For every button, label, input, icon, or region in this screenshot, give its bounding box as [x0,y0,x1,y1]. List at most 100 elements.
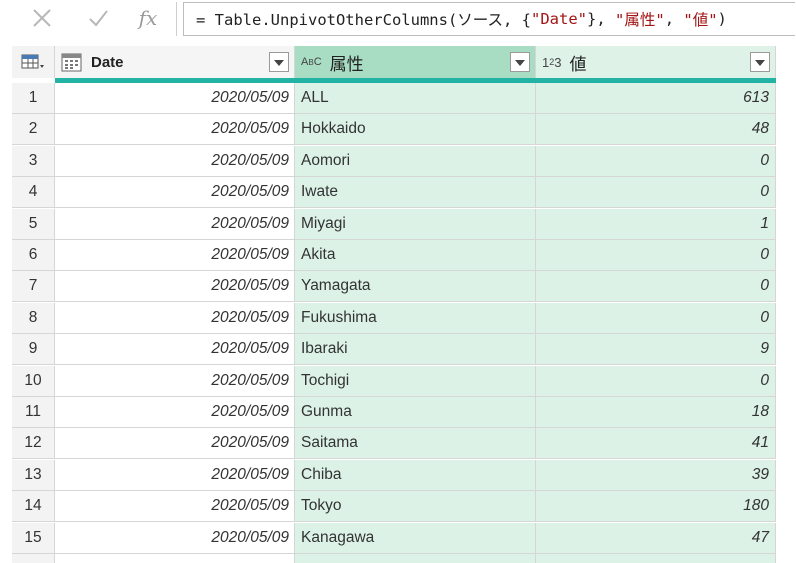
cell-date[interactable]: 2020/05/09 [55,83,295,114]
cell-date[interactable]: 2020/05/09 [55,208,295,240]
cell-attr[interactable] [295,554,536,563]
row-number[interactable]: 2 [12,114,55,146]
cell-value[interactable]: 613 [536,83,776,114]
cell-date[interactable]: 2020/05/09 [55,428,295,460]
row-number[interactable]: 9 [12,334,55,366]
cell-date[interactable]: 2020/05/09 [55,334,295,366]
row-number[interactable]: 13 [12,459,55,491]
row-number[interactable] [12,554,55,563]
cell-value[interactable]: 0 [536,365,776,397]
cell-value[interactable]: 180 [536,491,776,523]
table-row[interactable]: 12 2020/05/09 Saitama 41 [12,428,796,460]
table-row[interactable]: 10 2020/05/09 Tochigi 0 [12,365,796,397]
cell-attr[interactable]: ALL [295,83,536,114]
cell-value[interactable]: 9 [536,334,776,366]
cell-date[interactable]: 2020/05/09 [55,114,295,146]
row-filler [776,491,796,523]
cell-date[interactable]: 2020/05/09 [55,522,295,554]
table-row[interactable]: 14 2020/05/09 Tokyo 180 [12,491,796,523]
table-row[interactable]: 1 2020/05/09 ALL 613 [12,83,796,114]
cell-attr[interactable]: Tokyo [295,491,536,523]
cell-attr[interactable]: Fukushima [295,302,536,334]
formula-input[interactable]: = Table.UnpivotOtherColumns(ソース, {"Date"… [183,2,795,36]
row-number[interactable]: 7 [12,271,55,303]
cell-attr[interactable]: Gunma [295,397,536,428]
row-filler [776,459,796,491]
cell-attr[interactable]: Chiba [295,459,536,491]
row-number[interactable]: 5 [12,208,55,240]
cell-date[interactable]: 2020/05/09 [55,397,295,428]
table-row[interactable]: 13 2020/05/09 Chiba 39 [12,459,796,491]
cell-attr[interactable]: Yamagata [295,271,536,303]
cell-attr[interactable]: Aomori [295,145,536,177]
formula-mid2: , [664,10,684,28]
cell-attr[interactable]: Akita [295,240,536,271]
cell-date[interactable]: 2020/05/09 [55,177,295,209]
cell-value[interactable]: 0 [536,240,776,271]
row-filler [776,145,796,177]
table-row[interactable]: 8 2020/05/09 Fukushima 0 [12,302,796,334]
cell-value[interactable]: 1 [536,208,776,240]
row-number[interactable]: 3 [12,145,55,177]
row-filler [776,365,796,397]
cell-attr[interactable]: Ibaraki [295,334,536,366]
row-filler [776,208,796,240]
filter-dropdown-value[interactable] [750,52,770,72]
row-number[interactable]: 6 [12,240,55,271]
row-filler [776,271,796,303]
table-row[interactable]: 4 2020/05/09 Iwate 0 [12,177,796,209]
cell-date[interactable]: 2020/05/09 [55,240,295,271]
row-number[interactable]: 10 [12,365,55,397]
cell-value[interactable]: 18 [536,397,776,428]
cell-value[interactable]: 0 [536,177,776,209]
row-number[interactable]: 4 [12,177,55,209]
confirm-button[interactable] [80,4,116,32]
cell-attr[interactable]: Miyagi [295,208,536,240]
table-row[interactable] [12,554,796,563]
filter-dropdown-attr[interactable] [510,52,530,72]
formula-prefix: = Table.UnpivotOtherColumns(ソース, { [196,11,532,29]
row-number[interactable]: 12 [12,428,55,460]
table-row[interactable]: 7 2020/05/09 Yamagata 0 [12,271,796,303]
cancel-button[interactable] [24,4,60,32]
table-row[interactable]: 11 2020/05/09 Gunma 18 [12,397,796,428]
cell-attr[interactable]: Saitama [295,428,536,460]
row-number[interactable]: 1 [12,83,55,114]
cell-attr[interactable]: Hokkaido [295,114,536,146]
column-header-attr[interactable]: ABC 属性 [295,46,536,78]
row-number[interactable]: 11 [12,397,55,428]
cell-date[interactable]: 2020/05/09 [55,491,295,523]
row-number[interactable]: 15 [12,522,55,554]
cell-date[interactable]: 2020/05/09 [55,145,295,177]
cell-attr[interactable]: Tochigi [295,365,536,397]
grid-header: Date ABC 属性 123 値 [12,46,796,83]
cell-value[interactable]: 47 [536,522,776,554]
column-header-value[interactable]: 123 値 [536,46,776,78]
table-row[interactable]: 15 2020/05/09 Kanagawa 47 [12,522,796,554]
table-row[interactable]: 3 2020/05/09 Aomori 0 [12,145,796,177]
table-row[interactable]: 6 2020/05/09 Akita 0 [12,240,796,271]
cell-value[interactable]: 48 [536,114,776,146]
column-header-date[interactable]: Date [55,46,295,78]
cell-value[interactable]: 0 [536,145,776,177]
filter-dropdown-date[interactable] [269,52,289,72]
cell-value[interactable]: 39 [536,459,776,491]
cell-value[interactable] [536,554,776,563]
table-menu-button[interactable] [12,46,55,78]
row-number[interactable]: 8 [12,302,55,334]
cell-date[interactable]: 2020/05/09 [55,271,295,303]
cell-date[interactable] [55,554,295,563]
cell-date[interactable]: 2020/05/09 [55,302,295,334]
cell-attr[interactable]: Kanagawa [295,522,536,554]
cell-attr[interactable]: Iwate [295,177,536,209]
cell-date[interactable]: 2020/05/09 [55,459,295,491]
cell-date[interactable]: 2020/05/09 [55,365,295,397]
cell-value[interactable]: 0 [536,302,776,334]
table-row[interactable]: 2 2020/05/09 Hokkaido 48 [12,114,796,146]
cell-value[interactable]: 41 [536,428,776,460]
fx-button[interactable]: fx [130,4,166,32]
row-number[interactable]: 14 [12,491,55,523]
table-row[interactable]: 5 2020/05/09 Miyagi 1 [12,208,796,240]
cell-value[interactable]: 0 [536,271,776,303]
table-row[interactable]: 9 2020/05/09 Ibaraki 9 [12,334,796,366]
